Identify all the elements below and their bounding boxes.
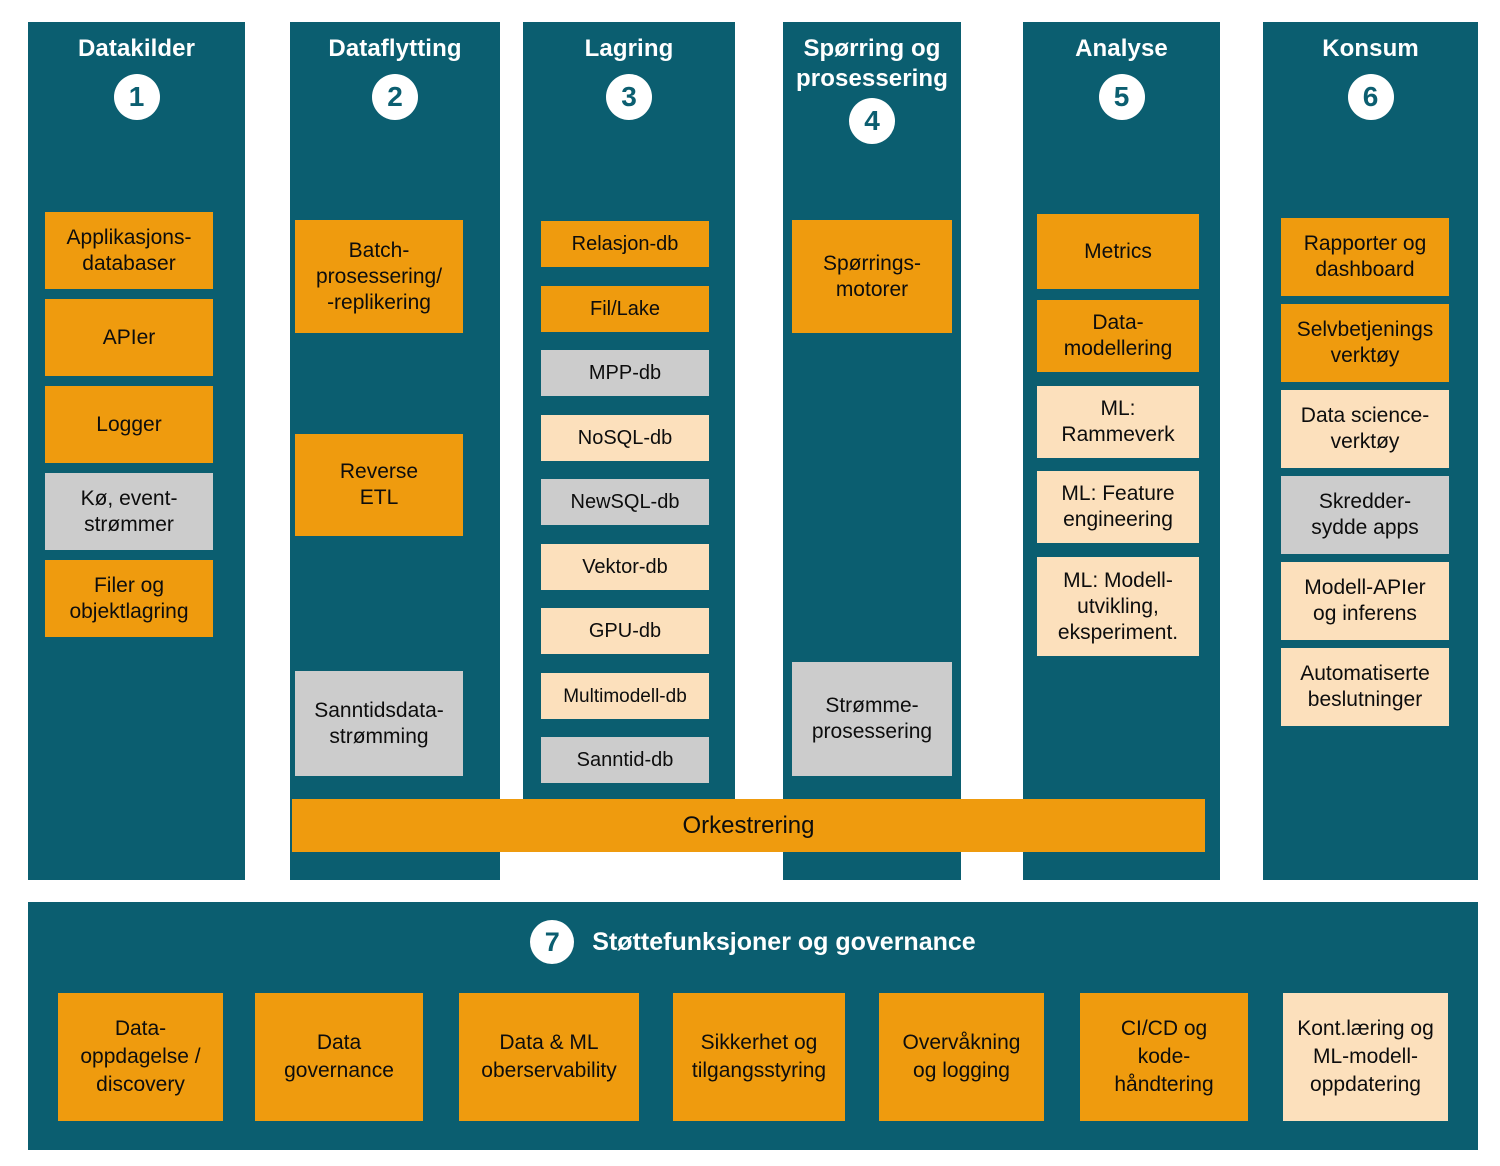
item-box[interactable]: Selvbetjenings verktøy [1281, 304, 1449, 382]
item-box[interactable]: Relasjon-db [541, 221, 709, 267]
column-badge-wrap: 1 [28, 74, 245, 120]
item-box[interactable]: Metrics [1037, 214, 1199, 289]
item-box[interactable]: Fil/Lake [541, 286, 709, 332]
item-box[interactable]: Kø, event- strømmer [45, 473, 213, 550]
item-box[interactable]: APIer [45, 299, 213, 376]
column-badge-wrap: 4 [783, 98, 961, 144]
column-badge-wrap: 2 [290, 74, 500, 120]
item-box[interactable]: Spørrings- motorer [792, 220, 952, 333]
item-box[interactable]: NoSQL-db [541, 415, 709, 461]
column-number-badge: 6 [1347, 74, 1394, 120]
item-box[interactable]: Batch- prosessering/ -replikering [295, 220, 463, 333]
item-box[interactable]: MPP-db [541, 350, 709, 396]
support-item-box[interactable]: Overvåkning og logging [879, 993, 1044, 1121]
column-badge-wrap: 6 [1263, 74, 1478, 120]
support-item-box[interactable]: Data & ML oberservability [459, 993, 639, 1121]
support-title: Støttefunksjoner og governance [592, 927, 976, 956]
item-box[interactable]: Filer og objektlagring [45, 560, 213, 637]
diagram-canvas: Datakilder 1 Applikasjons- databaser API… [0, 0, 1500, 1166]
column-number-badge: 3 [606, 74, 652, 120]
support-header: 7 Støttefunksjoner og governance [28, 920, 1478, 964]
item-box[interactable]: Rapporter og dashboard [1281, 218, 1449, 296]
support-item-box[interactable]: CI/CD og kode- håndtering [1080, 993, 1248, 1121]
support-item-box[interactable]: Data governance [255, 993, 423, 1121]
item-box[interactable]: Sanntid-db [541, 737, 709, 783]
item-box[interactable]: GPU-db [541, 608, 709, 654]
column-title: Konsum [1322, 35, 1419, 62]
item-box[interactable]: Logger [45, 386, 213, 463]
item-box[interactable]: Data- modellering [1037, 300, 1199, 372]
item-box[interactable]: Sanntidsdata- strømming [295, 671, 463, 776]
column-number-badge: 4 [849, 98, 895, 144]
item-box[interactable]: Vektor-db [541, 544, 709, 590]
item-box[interactable]: Multimodell-db [541, 673, 709, 719]
column-title: Analyse [1075, 35, 1168, 62]
orchestration-bar[interactable]: Orkestrering [292, 799, 1205, 852]
column-title: Lagring [584, 35, 674, 62]
item-box[interactable]: Skredder- sydde apps [1281, 476, 1449, 554]
column-number-badge: 2 [372, 74, 418, 120]
item-box[interactable]: ML: Feature engineering [1037, 471, 1199, 543]
support-item-box[interactable]: Data- oppdagelse / discovery [58, 993, 223, 1121]
column-title: Dataflytting [328, 35, 462, 62]
column-number-badge: 5 [1098, 74, 1145, 120]
column-badge-wrap: 5 [1023, 74, 1220, 120]
item-box[interactable]: Modell-APIer og inferens [1281, 562, 1449, 640]
support-item-box[interactable]: Kont.læring og ML-modell- oppdatering [1283, 993, 1448, 1121]
column-number-badge: 1 [113, 74, 160, 120]
item-box[interactable]: ML: Modell- utvikling, eksperiment. [1037, 557, 1199, 656]
item-box[interactable]: Strømme- prosessering [792, 662, 952, 776]
item-box[interactable]: Automatiserte beslutninger [1281, 648, 1449, 726]
column-badge-wrap: 3 [523, 74, 735, 120]
column-title: Datakilder [77, 35, 196, 62]
item-box[interactable]: ML: Rammeverk [1037, 386, 1199, 458]
item-box[interactable]: Data science- verktøy [1281, 390, 1449, 468]
item-box[interactable]: Applikasjons- databaser [45, 212, 213, 289]
item-box[interactable]: Reverse ETL [295, 434, 463, 536]
column-title: Spørring og prosessering [796, 35, 948, 92]
support-number-badge: 7 [530, 920, 575, 964]
support-item-box[interactable]: Sikkerhet og tilgangsstyring [673, 993, 845, 1121]
item-box[interactable]: NewSQL-db [541, 479, 709, 525]
